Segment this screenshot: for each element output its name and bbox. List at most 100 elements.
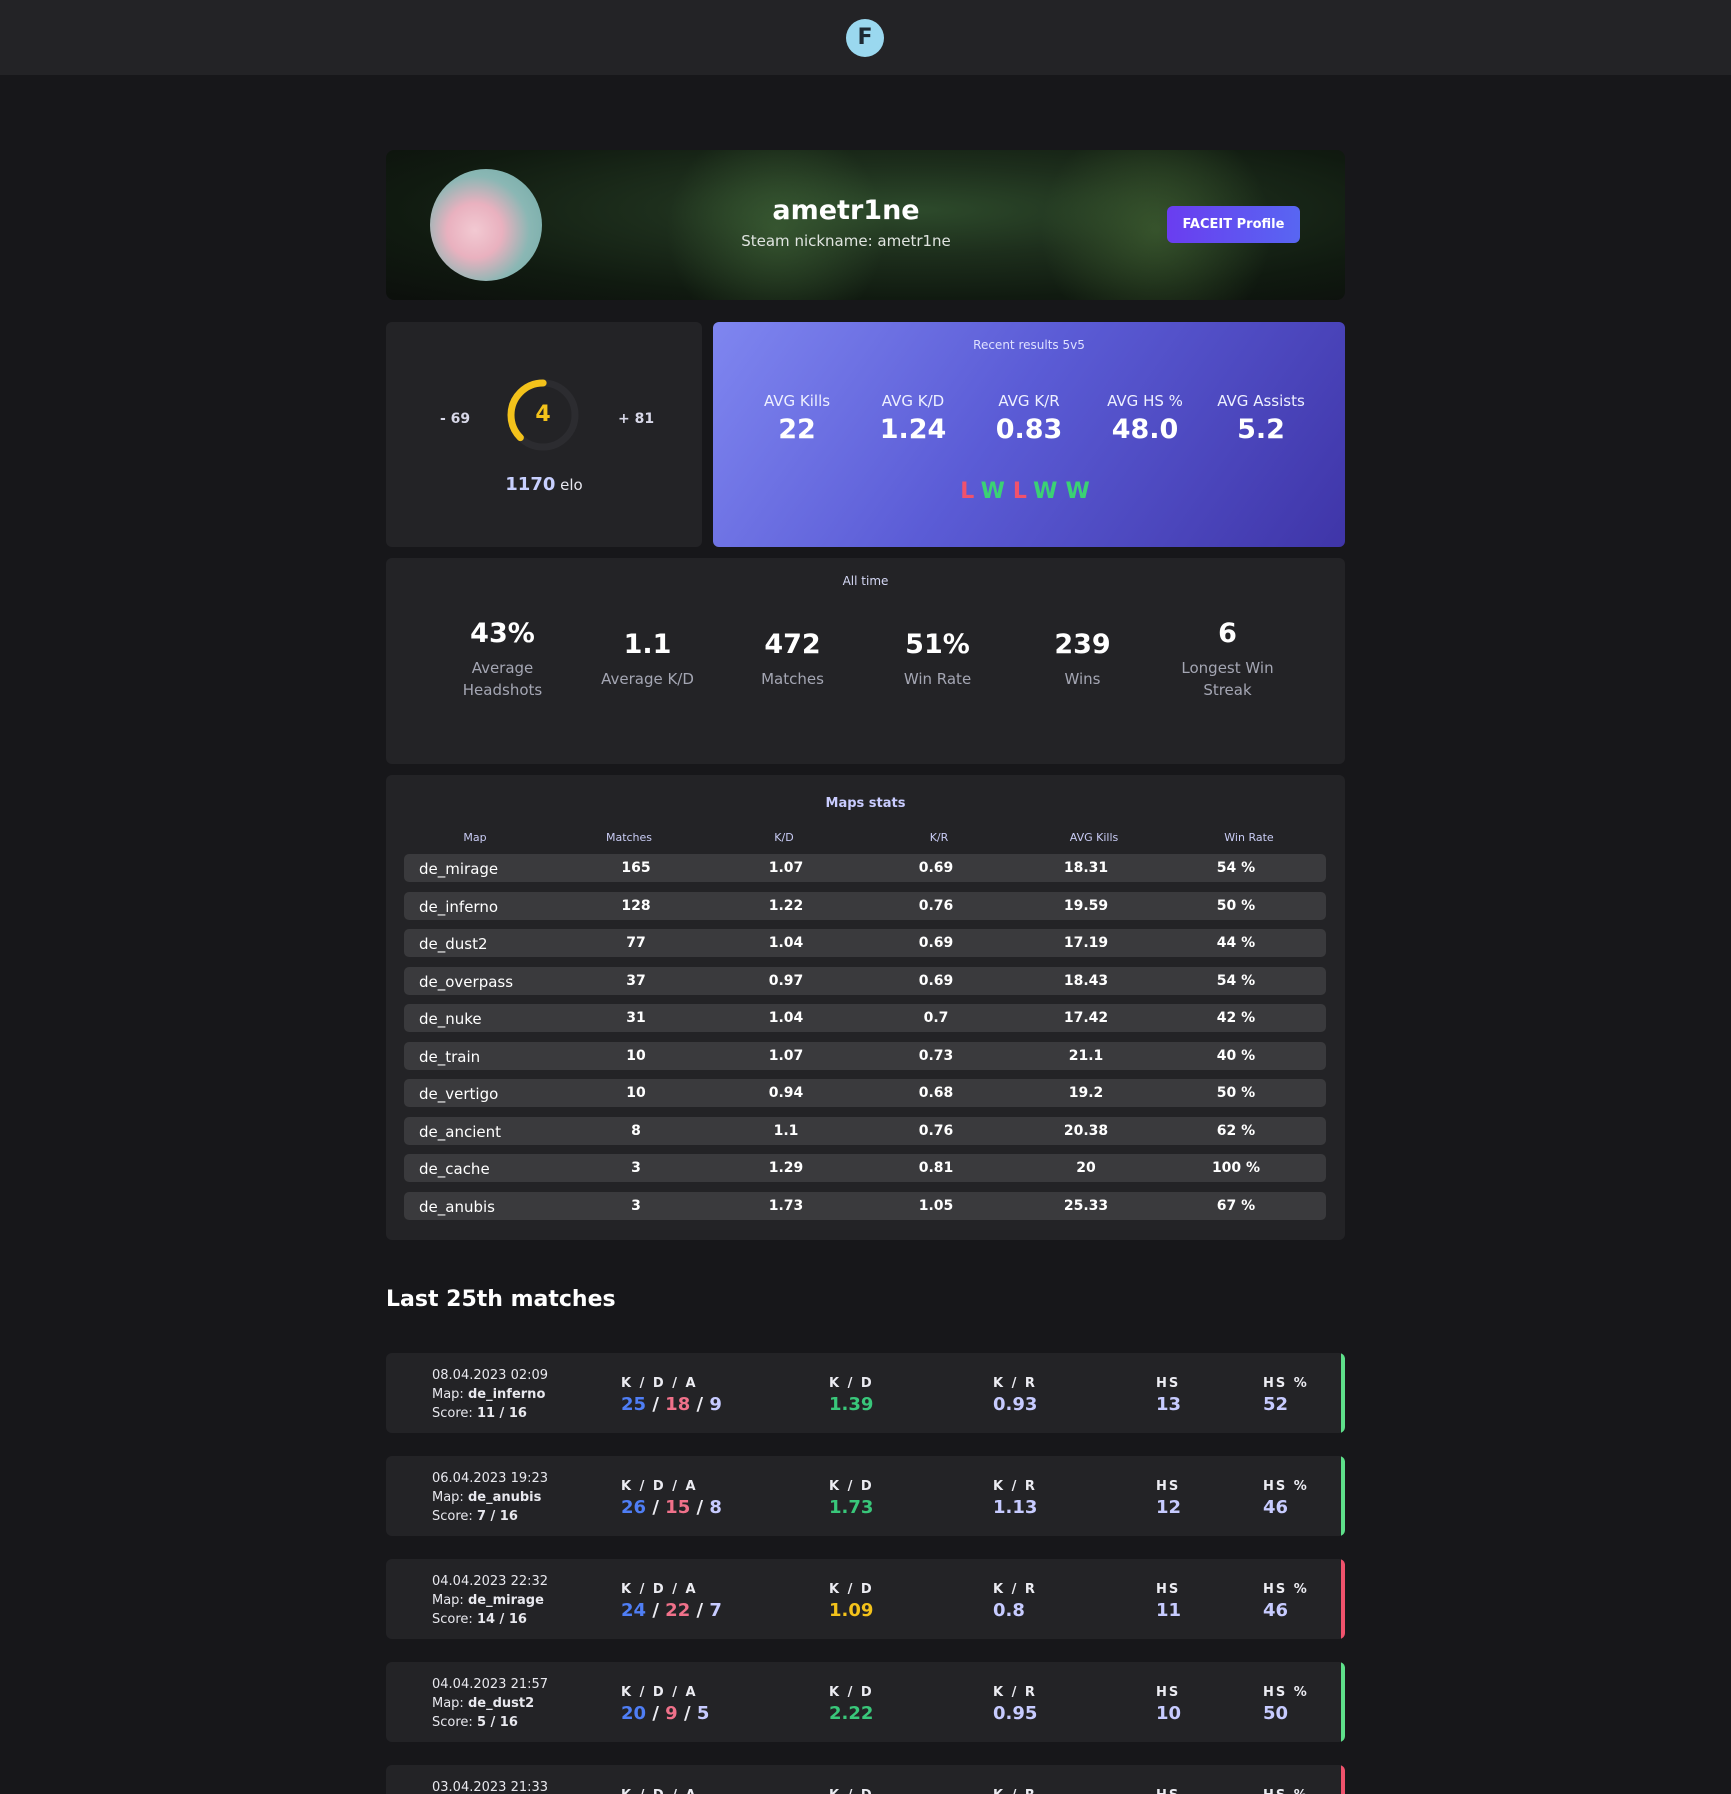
table-row[interactable]: de_anubis 3 1.73 1.05 25.33 67 % [404, 1191, 1326, 1220]
table-cell: 0.94 [768, 1085, 804, 1101]
kd-column: K / D 1.09 [829, 1582, 874, 1621]
table-row[interactable]: de_mirage 165 1.07 0.69 18.31 54 % [404, 854, 1326, 882]
table-row[interactable]: de_vertigo 10 0.94 0.68 19.2 50 % [404, 1079, 1326, 1107]
match-card[interactable]: 04.04.2023 21:57 Map: de_dust2 Score: 5 / … [386, 1662, 1345, 1742]
table-row[interactable]: de_nuke 31 1.04 0.7 17.42 42 % [404, 1004, 1326, 1032]
recent-stat-label: AVG K/R [998, 392, 1060, 410]
table-cell: 10 [626, 1047, 646, 1064]
recent-stat: AVG Kills 22 [739, 392, 855, 445]
kda-column: K / D / A 25 / 18 / 9 [621, 1376, 722, 1415]
table-cell: 0.69 [918, 860, 954, 876]
table-cell: 0.69 [918, 935, 954, 951]
stat-label: Average Headshots [462, 659, 543, 699]
match-card[interactable]: 06.04.2023 19:23 Map: de_anubis Score: 7 /… [386, 1456, 1345, 1536]
hs-value: 12 [1156, 1497, 1182, 1518]
separator: / [646, 1394, 666, 1415]
separator: / [646, 1600, 666, 1621]
match-score: Score: 5 / 16 [432, 1713, 548, 1732]
table-cell: 19.2 [1068, 1085, 1104, 1101]
kda-value: 26 / 15 / 8 [621, 1497, 722, 1518]
table-cell: 25.33 [1063, 1197, 1109, 1214]
all-time-stat: 472 Matches [720, 629, 865, 690]
stat-value: 239 [1054, 629, 1111, 660]
kda-header: K / D / A [621, 1479, 698, 1494]
table-cell: 3 [631, 1160, 641, 1176]
deaths-value: 15 [665, 1497, 691, 1518]
separator: / [690, 1394, 710, 1415]
match-card[interactable]: 04.04.2023 22:32 Map: de_mirage Score: 14 … [386, 1559, 1345, 1639]
table-cell: 50 % [1216, 1085, 1256, 1101]
score-label: Score: [432, 1509, 473, 1524]
table-cell: 37 [626, 972, 646, 989]
steam-nickname: Steam nickname: ametr1ne [741, 232, 951, 250]
table-row[interactable]: de_ancient 8 1.1 0.76 20.38 62 % [404, 1116, 1326, 1145]
table-cell: 0.81 [918, 1160, 954, 1176]
match-card[interactable]: 08.04.2023 02:09 Map: de_inferno Score: 11… [386, 1353, 1345, 1433]
match-card[interactable]: 03.04.2023 21:33Map: Score: K / D / A / … [386, 1765, 1345, 1794]
recent-results-card: Recent results 5v5 AVG Kills 22 AVG K/D 1.… [713, 322, 1345, 547]
table-cell: 1.04 [768, 1010, 804, 1026]
score-value: 7 / 16 [476, 1509, 518, 1524]
table-cell: 1.05 [918, 1197, 954, 1214]
table-cell: 0.7 [923, 1010, 949, 1026]
match-date: 04.04.2023 21:57 [432, 1677, 549, 1692]
table-cell: 18.31 [1063, 860, 1109, 876]
kr-header: K / R [993, 1479, 1037, 1494]
hs-column: HS 11 [1156, 1582, 1181, 1621]
table-cell: 20 [1076, 1160, 1096, 1176]
recent-results-title: Recent results 5v5 [973, 338, 1085, 352]
kd-header: K / D [829, 1376, 874, 1391]
column-header: Map [463, 831, 487, 844]
kd-column: K / D 2.22 [829, 1685, 874, 1724]
elo-value: 1170 elo [386, 474, 702, 495]
table-row[interactable]: de_cache 3 1.29 0.81 20 100 % [404, 1154, 1326, 1182]
hs-header: HS [1156, 1685, 1181, 1700]
recent-stat-value: 0.83 [995, 414, 1063, 445]
faceit-profile-button[interactable]: FACEIT Profile [1167, 206, 1300, 243]
last-matches-title: Last 25th matches [386, 1287, 616, 1312]
hs-column: HS 13 [1156, 1376, 1181, 1415]
result-indicator-bar [1341, 1765, 1345, 1794]
table-cell: 19.59 [1063, 897, 1109, 914]
result-indicator-bar [1341, 1662, 1345, 1742]
match-info: 04.04.2023 21:57 Map: de_dust2 Score: 5 / … [432, 1675, 548, 1732]
recent-stat: AVG HS % 48.0 [1087, 392, 1203, 445]
result-badge: W [1033, 479, 1066, 504]
column-header: Win Rate [1224, 831, 1274, 844]
map-name: de_dust2 [467, 1696, 535, 1711]
recent-stat-label: AVG HS % [1107, 392, 1183, 410]
table-cell: 1.07 [768, 860, 804, 876]
hs-header: HS [1156, 1582, 1181, 1597]
recent-stat: AVG K/R 0.83 [971, 392, 1087, 445]
hs-column: HS 10 [1156, 1685, 1181, 1724]
kills-value: 20 [621, 1703, 647, 1724]
hs-percent-value: 46 [1263, 1600, 1289, 1621]
recent-stat: AVG K/D 1.24 [855, 392, 971, 445]
table-row[interactable]: de_inferno 128 1.22 0.76 19.59 50 % [404, 891, 1326, 920]
match-info: 08.04.2023 02:09 Map: de_inferno Score: 11… [432, 1366, 548, 1423]
kda-column: K / D / A 20 / 9 / 5 [621, 1685, 709, 1724]
table-row[interactable]: de_overpass 37 0.97 0.69 18.43 54 % [404, 966, 1326, 995]
assists-value: 9 [709, 1394, 722, 1415]
match-date: 04.04.2023 22:32 [432, 1574, 549, 1589]
kr-column: K / R 0.95 [993, 1685, 1037, 1724]
recent-results-sequence: LWLWW [713, 479, 1345, 504]
kr-column: K / R 0.8 [993, 1582, 1037, 1621]
recent-stat-label: AVG Assists [1217, 392, 1305, 410]
table-cell: 1.22 [768, 897, 804, 914]
kills-value: 24 [621, 1600, 647, 1621]
all-time-stat: 1.1 Average K/D [575, 629, 720, 690]
table-cell: 20.38 [1063, 1122, 1109, 1139]
all-time-stat: 43% Average Headshots [430, 618, 575, 701]
faceit-logo-icon[interactable]: F [846, 19, 884, 57]
table-cell: 0.73 [918, 1047, 954, 1064]
match-info: 04.04.2023 22:32 Map: de_mirage Score: 14 … [432, 1572, 548, 1629]
table-cell: 10 [626, 1085, 646, 1101]
kr-header: K / R [993, 1582, 1037, 1597]
hs-column: HS [1156, 1788, 1180, 1794]
table-row[interactable]: de_dust2 77 1.04 0.69 17.19 44 % [404, 929, 1326, 957]
match-info: 06.04.2023 19:23 Map: de_anubis Score: 7 /… [432, 1469, 548, 1526]
kda-value: 25 / 18 / 9 [621, 1394, 722, 1415]
all-time-stat: 239 Wins [1010, 629, 1155, 690]
table-row[interactable]: de_train 10 1.07 0.73 21.1 40 % [404, 1041, 1326, 1070]
